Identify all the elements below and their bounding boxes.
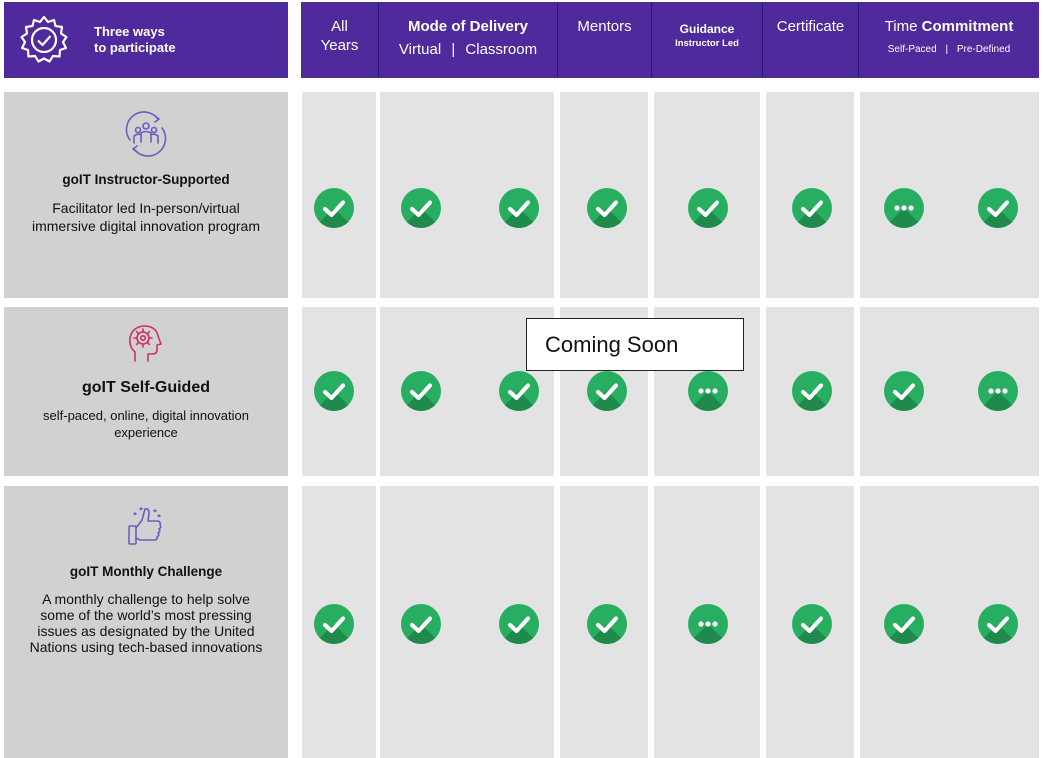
check-icon [314, 604, 354, 644]
row-title: goIT Monthly Challenge [69, 564, 223, 579]
time-option-self-paced: Self-Paced [887, 44, 937, 55]
check-icon [792, 188, 832, 228]
check-icon [587, 188, 627, 228]
header-title-block: Three ways to participate [4, 2, 288, 78]
check-icon [587, 604, 627, 644]
col-header-mentors: Mentors [577, 18, 632, 35]
check-icon [688, 188, 728, 228]
row-label-monthly-challenge: goIT Monthly Challenge A monthly challen… [4, 486, 288, 758]
col-header-all-years: All Years [320, 18, 359, 54]
coming-soon-label: Coming Soon [526, 318, 744, 371]
delivery-option-classroom: Classroom [465, 41, 538, 58]
check-icon [401, 604, 441, 644]
check-icon [978, 604, 1018, 644]
check-icon [314, 188, 354, 228]
check-icon [499, 371, 539, 411]
ellipsis-icon [688, 604, 728, 644]
column-header-bar: All Years Mode of Delivery Virtual | Cla… [301, 2, 1039, 78]
mind-gear-icon [4, 319, 288, 365]
col-header-certificate: Certificate [776, 18, 845, 35]
check-icon [499, 188, 539, 228]
time-separator: | [945, 44, 949, 55]
row-label-instructor-supported: goIT Instructor-Supported Facilitator le… [4, 92, 288, 298]
check-icon [587, 371, 627, 411]
row-description: A monthly challenge to help solve some o… [29, 591, 263, 655]
thumbs-up-icon [4, 500, 288, 550]
ellipsis-icon [688, 371, 728, 411]
check-icon [314, 371, 354, 411]
delivery-option-virtual: Virtual [398, 41, 442, 58]
ellipsis-icon [884, 188, 924, 228]
check-icon [499, 604, 539, 644]
header-title: Three ways to participate [94, 24, 176, 55]
row-title: goIT Instructor-Supported [62, 172, 230, 187]
row-description: self-paced, online, digital innovation e… [43, 408, 249, 440]
check-icon [401, 188, 441, 228]
check-icon [884, 371, 924, 411]
col-header-delivery: Mode of Delivery Virtual | Classroom [398, 18, 538, 58]
ellipsis-icon [978, 371, 1018, 411]
check-icon [792, 604, 832, 644]
delivery-separator: | [451, 41, 456, 58]
time-option-pre-defined: Pre-Defined [956, 44, 1011, 55]
row-label-self-guided: goIT Self-Guided self-paced, online, dig… [4, 307, 288, 476]
row-title: goIT Self-Guided [82, 379, 210, 396]
col-header-guidance: Guidance Instructor Led [675, 22, 739, 49]
col-header-time: Time Commitment Self-Paced | Pre-Defined [884, 18, 1014, 55]
team-icon [4, 110, 288, 158]
check-icon [884, 604, 924, 644]
check-icon [792, 371, 832, 411]
row-description: Facilitator led In-person/virtual immers… [32, 200, 260, 234]
check-icon [401, 371, 441, 411]
gear-check-icon [16, 12, 72, 68]
check-icon [978, 188, 1018, 228]
